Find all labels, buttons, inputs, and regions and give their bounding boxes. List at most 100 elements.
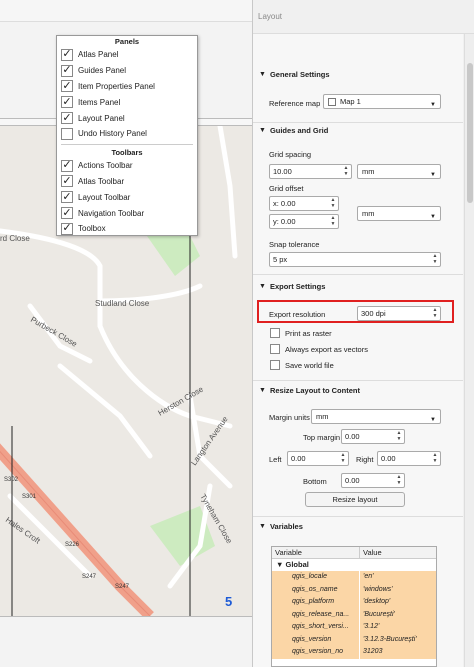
variables-group-global[interactable]: ▼ Global (272, 559, 436, 571)
menu-item-guides-panel[interactable]: ✓ Guides Panel (57, 63, 197, 79)
menu-separator (61, 143, 193, 145)
unchecked-box-icon[interactable] (61, 127, 73, 140)
section-header-export[interactable]: ▼ Export Settings (259, 280, 461, 294)
reference-map-combo[interactable]: Map 1 ▼ (323, 94, 441, 109)
spin-arrows-icon[interactable]: ▲ ▼ (329, 215, 337, 227)
grid-offset-x-input[interactable]: x: 0.00 ▲ ▼ (269, 196, 339, 211)
table-row[interactable]: qgis_locale'en' (272, 571, 436, 584)
collapse-triangle-icon[interactable]: ▼ (276, 560, 286, 569)
scrollbar-thumb[interactable] (467, 63, 473, 203)
section-header-resize[interactable]: ▼ Resize Layout to Content (259, 384, 461, 398)
spin-arrows-icon[interactable]: ▲ ▼ (339, 452, 347, 464)
bottom-margin-input[interactable]: 0.00 ▲ ▼ (341, 473, 405, 488)
grid-spacing-label: Grid spacing (269, 150, 312, 159)
grid-offset-label: Grid offset (269, 184, 304, 193)
variables-table[interactable]: Variable Value ▼ Global qgis_locale'en' … (271, 546, 437, 667)
grid-offset-unit-combo[interactable]: mm ▼ (357, 206, 441, 221)
checkmark-icon[interactable]: ✓ (61, 64, 73, 77)
reference-map-value: Map 1 (340, 97, 361, 106)
spin-arrows-icon[interactable]: ▲ ▼ (329, 197, 337, 209)
section-title: General Settings (269, 70, 330, 79)
print-as-raster-checkbox[interactable] (270, 328, 280, 338)
table-row[interactable]: qgis_version '3.12.3-București' (272, 633, 436, 646)
margin-units-label: Margin units (269, 413, 310, 422)
right-margin-input[interactable]: 0.00 ▲ ▼ (377, 451, 441, 466)
menu-item-layout-toolbar[interactable]: ✓ Layout Toolbar (57, 189, 197, 205)
canvas-bottom-area (0, 616, 252, 667)
left-margin-label: Left (269, 455, 282, 464)
resize-layout-button[interactable]: Resize layout (305, 492, 405, 507)
bottom-margin-value: 0.00 (345, 476, 360, 485)
spin-arrows-icon[interactable]: ▲ ▼ (395, 430, 403, 442)
margin-units-combo[interactable]: mm ▼ (311, 409, 441, 424)
menu-item-navigation-toolbar[interactable]: ✓ Navigation Toolbar (57, 205, 197, 221)
save-world-file-checkbox[interactable] (270, 360, 280, 370)
spin-arrows-icon[interactable]: ▲ ▼ (342, 165, 350, 177)
menu-item-layout-panel[interactable]: ✓ Layout Panel (57, 110, 197, 126)
snap-tolerance-input[interactable]: 5 px ▲ ▼ (269, 252, 441, 267)
chevron-down-icon: ▼ (430, 172, 436, 178)
grid-spacing-input[interactable]: 10.00 ▲ ▼ (269, 164, 352, 179)
menu-item-item-properties-panel[interactable]: ✓ Item Properties Panel (57, 79, 197, 95)
section-general-settings[interactable]: ▼ General Settings (259, 68, 461, 82)
checkmark-icon[interactable]: ✓ (61, 48, 73, 61)
menu-item-atlas-toolbar[interactable]: ✓ Atlas Toolbar (57, 174, 197, 190)
collapse-triangle-icon[interactable]: ▼ (259, 384, 266, 398)
top-margin-input[interactable]: 0.00 ▲ ▼ (341, 429, 405, 444)
menu-item-atlas-panel[interactable]: ✓ Atlas Panel (57, 47, 197, 63)
grid-offset-y-value: y: 0.00 (273, 217, 296, 226)
street-label-rd-close: rd Close (0, 234, 30, 243)
section-guides-grid[interactable]: ▼ Guides and Grid (259, 124, 461, 138)
column-header-variable[interactable]: Variable (272, 547, 360, 558)
menu-item-label: Layout Toolbar (78, 192, 131, 202)
menu-item-toolbox[interactable]: ✓ Toolbox (57, 221, 197, 237)
collapse-triangle-icon[interactable]: ▼ (259, 68, 266, 82)
collapse-triangle-icon[interactable]: ▼ (259, 280, 266, 294)
menu-item-label: Guides Panel (78, 66, 127, 76)
checkmark-icon[interactable]: ✓ (61, 159, 73, 172)
menu-item-actions-toolbar[interactable]: ✓ Actions Toolbar (57, 158, 197, 174)
grid-spacing-unit-combo[interactable]: mm ▼ (357, 164, 441, 179)
left-margin-input[interactable]: 0.00 ▲ ▼ (287, 451, 349, 466)
checkmark-icon[interactable]: ✓ (61, 80, 73, 93)
variable-value: 'windows' (360, 583, 436, 596)
spin-arrows-icon[interactable]: ▲ ▼ (431, 452, 439, 464)
checkmark-icon[interactable]: ✓ (61, 175, 73, 188)
spin-arrows-icon[interactable]: ▲ ▼ (395, 474, 403, 486)
menu-item-undo-history-panel[interactable]: Undo History Panel (57, 126, 197, 142)
panel-scrollbar[interactable] (464, 34, 474, 667)
column-header-value[interactable]: Value (360, 547, 436, 558)
section-resize-layout[interactable]: ▼ Resize Layout to Content (259, 384, 461, 398)
section-export-settings[interactable]: ▼ Export Settings (259, 280, 461, 294)
menu-item-label: Item Properties Panel (78, 81, 155, 91)
variable-name: qgis_version_no (272, 646, 360, 659)
spin-arrows-icon[interactable]: ▲ ▼ (431, 253, 439, 265)
variable-value: '3.12' (360, 621, 436, 634)
checkmark-icon[interactable]: ✓ (61, 112, 73, 125)
menu-item-items-panel[interactable]: ✓ Items Panel (57, 94, 197, 110)
checkmark-icon[interactable]: ✓ (61, 222, 73, 235)
checkmark-icon[interactable]: ✓ (61, 207, 73, 220)
checkmark-icon[interactable]: ✓ (61, 96, 73, 109)
checkmark-icon[interactable]: ✓ (61, 191, 73, 204)
collapse-triangle-icon[interactable]: ▼ (259, 124, 266, 138)
table-row[interactable]: qgis_os_name'windows' (272, 583, 436, 596)
always-export-vectors-checkbox[interactable] (270, 344, 280, 354)
menu-item-label: Actions Toolbar (78, 161, 133, 171)
grid-spacing-value: 10.00 (273, 167, 292, 176)
variable-value: '3.12.3-București' (360, 633, 436, 646)
section-header-general[interactable]: ▼ General Settings (259, 68, 461, 82)
grid-offset-y-input[interactable]: y: 0.00 ▲ ▼ (269, 214, 339, 229)
menu-item-label: Atlas Panel (78, 50, 119, 60)
table-row[interactable]: qgis_release_na... 'București' (272, 608, 436, 621)
section-variables[interactable]: ▼ Variables (259, 520, 461, 534)
collapse-triangle-icon[interactable]: ▼ (259, 520, 266, 534)
section-header-variables[interactable]: ▼ Variables (259, 520, 461, 534)
section-header-guides[interactable]: ▼ Guides and Grid (259, 124, 461, 138)
table-row[interactable]: qgis_short_versi... '3.12' (272, 621, 436, 634)
table-row[interactable]: qgis_platform'desktop' (272, 596, 436, 609)
variable-name: qgis_os_name (272, 583, 360, 596)
bottom-margin-label: Bottom (303, 477, 327, 486)
section-divider (253, 274, 463, 275)
table-row[interactable]: qgis_version_no 31203 (272, 646, 436, 659)
